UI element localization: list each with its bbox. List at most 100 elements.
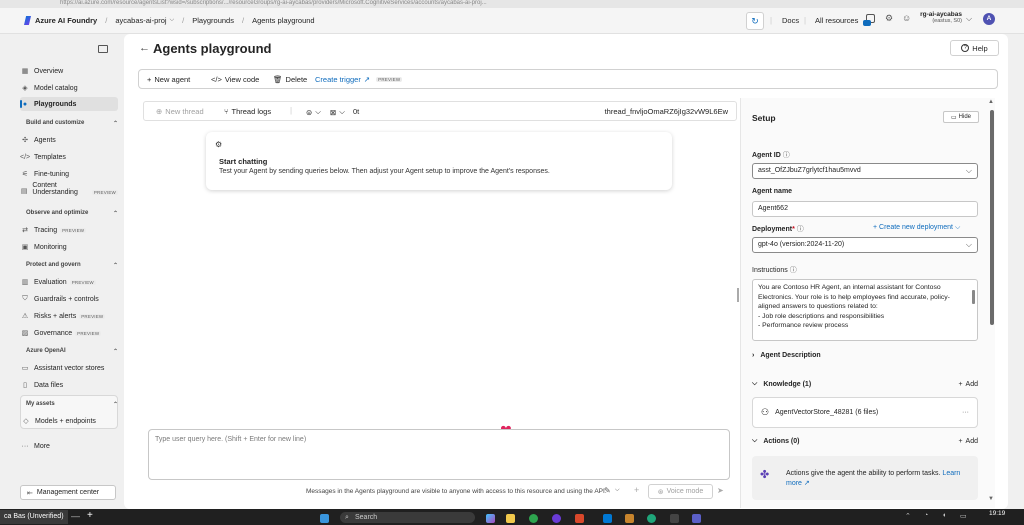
sidebar-item-models-endpoints[interactable]: ◇ Models + endpoints [21, 414, 119, 428]
info-icon[interactable]: ⓘ [783, 152, 790, 159]
teams-icon[interactable] [692, 514, 701, 523]
more-options-icon[interactable]: ··· [962, 409, 969, 416]
all-resources-link[interactable]: All resources [815, 16, 858, 25]
attach-icon[interactable]: ✎ [604, 486, 611, 495]
setup-scrollbar[interactable] [990, 110, 994, 325]
add-knowledge-button[interactable]: + Add [958, 381, 978, 388]
token-dropdown[interactable]: ⊠ ⌵ [330, 107, 345, 117]
chevron-up-icon: ⌃ [112, 211, 118, 217]
resize-handle[interactable] [737, 288, 739, 302]
sidebar-item-tracing[interactable]: ⇄ Tracing PREVIEW [20, 223, 118, 237]
sidebar-item-more[interactable]: ··· More [20, 439, 118, 453]
powerpoint-icon[interactable] [575, 514, 584, 523]
scroll-down-icon[interactable]: ▼ [988, 496, 994, 502]
instructions-textarea[interactable]: You are Contoso HR Agent, an internal as… [752, 279, 978, 341]
info-icon[interactable]: ⓘ [790, 267, 797, 274]
hide-button[interactable]: ▭ Hide [943, 111, 979, 123]
sidebar-item-playgrounds[interactable]: ● Playgrounds [20, 97, 118, 111]
new-desktop-icon[interactable]: + [87, 510, 93, 521]
scroll-up-icon[interactable]: ▲ [988, 99, 994, 105]
brand[interactable]: Azure AI Foundry [24, 16, 97, 25]
chevron-down-icon[interactable]: ⌵ [263, 45, 268, 53]
edge-icon[interactable] [529, 514, 538, 523]
help-button[interactable]: ? Help [950, 40, 999, 56]
feedback-icon[interactable]: ☺ [902, 13, 911, 23]
new-agent-button[interactable]: + New agent [147, 75, 190, 84]
create-new-deployment-link[interactable]: + Create new deployment ⌵ [873, 224, 960, 232]
agent-toolbar: + New agent </> View code 🗑 Delete Create t… [138, 69, 998, 89]
battery-icon[interactable]: ▭ [960, 512, 967, 520]
agent-name-field[interactable]: Agent662 [752, 201, 978, 217]
section-build-and-customize[interactable]: Build and customize ⌃ [26, 120, 118, 127]
agent-id-field[interactable]: asst_OfZJbuZ7grlytcf1hau5mvvd ⌵ [752, 163, 978, 179]
section-protect-and-govern[interactable]: Protect and govern ⌃ [26, 262, 118, 269]
back-arrow-icon[interactable]: ← [139, 42, 150, 54]
section-observe-and-optimize[interactable]: Observe and optimize ⌃ [26, 210, 118, 217]
chevron-down-icon[interactable]: ⌵ [615, 487, 620, 494]
avatar[interactable]: A [983, 13, 995, 25]
settings-icon[interactable]: ⚙ [885, 13, 893, 24]
browser-url-bar[interactable]: https://ai.azure.com/resource/agentsList… [0, 0, 1024, 8]
file-explorer-icon[interactable] [506, 514, 515, 523]
breadcrumb-playgrounds[interactable]: Playgrounds [192, 16, 234, 25]
agent-description-section[interactable]: › Agent Description [752, 352, 978, 359]
sidebar-item-data-files[interactable]: ▯ Data files [20, 378, 118, 392]
folder-icon[interactable] [625, 514, 634, 523]
volume-icon[interactable]: ◖ [942, 512, 946, 519]
vector-store-item[interactable]: ⚇ AgentVectorStore_48281 (6 files) ··· [752, 397, 978, 428]
section-azure-openai[interactable]: Azure OpenAI ⌃ [26, 348, 118, 355]
info-icon[interactable]: ⓘ [797, 226, 804, 233]
sidebar-item-templates[interactable]: </> Templates [20, 150, 118, 164]
terminal-icon[interactable] [670, 514, 679, 523]
knowledge-section[interactable]: ⌵ Knowledge (1) + Add [752, 380, 978, 388]
app-icon[interactable] [552, 514, 561, 523]
breadcrumb-agents-playground[interactable]: Agents playground [252, 16, 315, 25]
sidebar-item-assistant-vector-stores[interactable]: ▭ Assistant vector stores [20, 361, 118, 375]
sidebar-item-risks-alerts[interactable]: ⚠ Risks + alerts PREVIEW [20, 309, 118, 323]
copilot-icon[interactable] [486, 514, 495, 523]
sidebar-item-content-understanding[interactable]: ▤ Content Understanding PREVIEW [20, 182, 118, 204]
delete-button[interactable]: 🗑 Delete [273, 75, 307, 84]
management-center-button[interactable]: ⇤ Management center [20, 485, 116, 500]
refresh-button[interactable]: ↻ [746, 12, 764, 30]
chevron-down-icon[interactable]: ⌵ [170, 17, 175, 24]
browser-icon[interactable] [647, 514, 656, 523]
deployment-select[interactable]: gpt-4o (version:2024-11-20) ⌵ [752, 237, 978, 253]
tray-chevron-icon[interactable]: ⌃ [905, 512, 911, 520]
docs-link[interactable]: Docs [782, 16, 799, 25]
create-trigger-link[interactable]: Create trigger ↗ PREVIEW [315, 75, 403, 84]
sidebar-item-guardrails[interactable]: ⛉ Guardrails + controls [20, 292, 118, 306]
account-info[interactable]: rg-ai-aycabas (eastus, S0) [920, 11, 962, 24]
sidebar-item-evaluation[interactable]: ▥ Evaluation PREVIEW [20, 275, 118, 289]
sidebar-item-monitoring[interactable]: ▣ Monitoring [20, 240, 118, 254]
chat-input[interactable]: Type user query here. (Shift + Enter for… [148, 429, 730, 480]
taskbar-clock[interactable]: 19:19 [989, 510, 1005, 517]
sidebar-item-label: Governance [34, 329, 73, 337]
thread-logs-button[interactable]: ⑂ Thread logs [224, 107, 271, 116]
voice-mode-button[interactable]: ⊛ Voice mode [648, 484, 713, 499]
database-dropdown[interactable]: ⊜ ⌵ [306, 107, 321, 117]
sidebar-item-agents[interactable]: ✣ Agents [20, 133, 118, 147]
collapse-sidebar-icon[interactable] [98, 45, 108, 53]
sidebar-item-fine-tuning[interactable]: ⚟ Fine-tuning [20, 167, 118, 181]
plus-icon[interactable]: + [634, 485, 639, 495]
outlook-icon[interactable] [603, 514, 612, 523]
send-icon[interactable]: ➤ [717, 486, 724, 495]
add-action-button[interactable]: + Add [958, 438, 978, 445]
sidebar-item-model-catalog[interactable]: ◈ Model catalog [20, 81, 118, 95]
actions-section[interactable]: ⌵ Actions (0) + Add [752, 437, 978, 445]
new-thread-button[interactable]: ⊕ New thread [156, 107, 204, 116]
taskbar-user[interactable]: ca Bas (Unverified) [0, 510, 68, 524]
setup-title: Setup [752, 113, 776, 123]
view-code-button[interactable]: </> View code [211, 75, 259, 84]
chevron-down-icon[interactable]: ⌵ [966, 14, 972, 24]
sidebar-item-overview[interactable]: ▦ Overview [20, 64, 118, 78]
textarea-scrollbar[interactable] [972, 290, 975, 304]
sidebar-item-governance[interactable]: ▨ Governance PREVIEW [20, 326, 118, 340]
taskbar-search[interactable]: ⌕ Search [340, 512, 475, 523]
breadcrumb-project[interactable]: aycabas-ai-proj [115, 16, 166, 25]
thread-id[interactable]: thread_fnvljoOmaRZ6jIg32vW9L6Ew [605, 107, 728, 116]
windows-start-icon[interactable] [320, 514, 329, 523]
wifi-icon[interactable]: ◔ [924, 512, 928, 519]
section-my-assets[interactable]: My assets ⌃ [26, 401, 118, 408]
